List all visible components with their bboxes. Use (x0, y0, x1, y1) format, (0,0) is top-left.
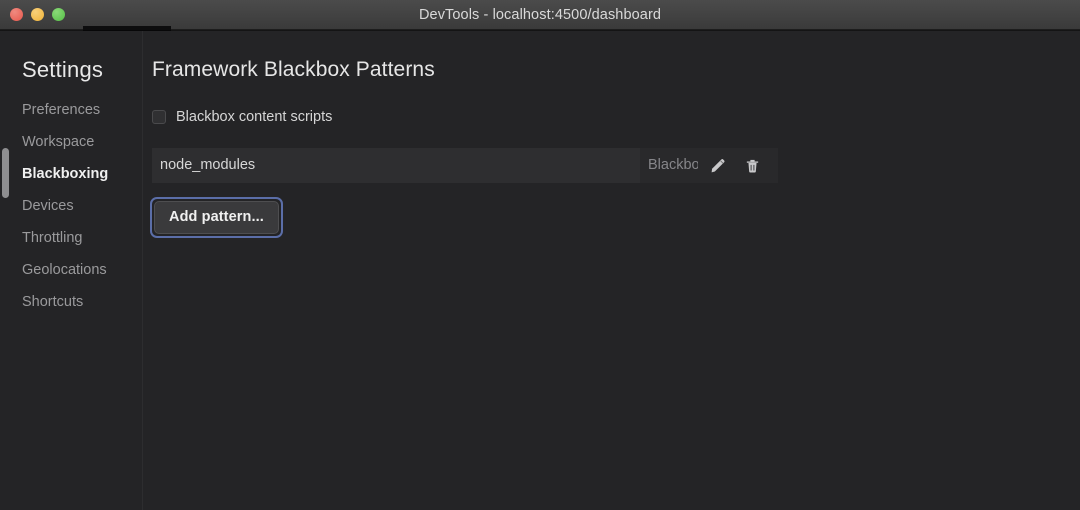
settings-heading: Settings (22, 57, 104, 82)
pattern-row: Blackboxed (152, 148, 778, 183)
sidebar-item-preferences[interactable]: Preferences (0, 94, 143, 126)
blackbox-content-scripts-label: Blackbox content scripts (176, 109, 333, 125)
settings-content: Settings Preferences Workspace Blackboxi… (0, 31, 1080, 510)
blackbox-content-scripts-checkbox[interactable] (152, 110, 166, 124)
blackboxing-panel: Framework Blackbox Patterns Blackbox con… (144, 31, 1080, 510)
pattern-status-label: Blackboxed (648, 157, 698, 173)
window-controls (10, 8, 65, 21)
sidebar-item-blackboxing[interactable]: Blackboxing (0, 158, 143, 190)
pattern-input[interactable] (152, 148, 640, 183)
devtools-window: DevTools - localhost:4500/dashboard Sett… (0, 0, 1080, 510)
sidebar-item-throttling[interactable]: Throttling (0, 222, 143, 254)
blackbox-content-scripts-row[interactable]: Blackbox content scripts (152, 107, 332, 127)
add-pattern-focus-ring: Add pattern... (150, 197, 283, 238)
pencil-icon[interactable] (708, 156, 728, 176)
add-pattern-button[interactable]: Add pattern... (154, 201, 279, 234)
page-title: Framework Blackbox Patterns (152, 58, 435, 81)
trash-icon[interactable] (742, 156, 762, 176)
sidebar-item-geolocations[interactable]: Geolocations (0, 254, 143, 286)
maximize-window-button[interactable] (52, 8, 65, 21)
sidebar-item-workspace[interactable]: Workspace (0, 126, 143, 158)
sidebar-item-shortcuts[interactable]: Shortcuts (0, 286, 143, 318)
pattern-list: Blackboxed (152, 148, 778, 183)
minimize-window-button[interactable] (31, 8, 44, 21)
close-window-button[interactable] (10, 8, 23, 21)
settings-sidebar: Settings Preferences Workspace Blackboxi… (0, 31, 143, 510)
sidebar-item-devices[interactable]: Devices (0, 190, 143, 222)
pattern-row-actions (708, 148, 762, 183)
settings-nav: Preferences Workspace Blackboxing Device… (0, 94, 143, 318)
